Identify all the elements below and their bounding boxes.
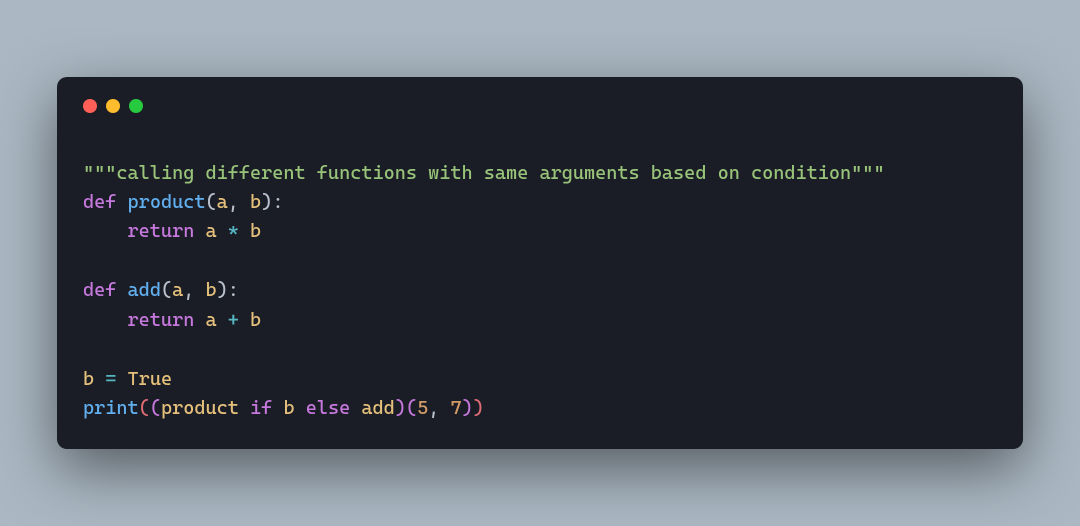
paren-open: (: [205, 191, 216, 213]
comma: ,: [183, 279, 205, 301]
space: [239, 309, 250, 331]
paren-close: ): [395, 397, 406, 419]
space: [239, 397, 250, 419]
id-product: product: [161, 397, 239, 419]
docstring-open: """: [83, 162, 116, 184]
id-b: b: [83, 368, 94, 390]
param-b: b: [250, 191, 261, 213]
space: [116, 279, 127, 301]
fn-print: print: [83, 397, 139, 419]
op-add: +: [228, 309, 239, 331]
paren-open: (: [139, 397, 150, 419]
comma: ,: [228, 191, 250, 213]
op-assign: =: [94, 368, 127, 390]
id-add: add: [361, 397, 394, 419]
lit-true: True: [128, 368, 173, 390]
colon: :: [228, 279, 239, 301]
space: [217, 220, 228, 242]
id-b: b: [250, 220, 261, 242]
colon: :: [272, 191, 283, 213]
space: [272, 397, 283, 419]
param-b: b: [206, 279, 217, 301]
id-b: b: [283, 397, 294, 419]
paren-open: (: [161, 279, 172, 301]
kw-return: return: [128, 309, 195, 331]
op-mul: *: [228, 220, 239, 242]
paren-close: ): [261, 191, 272, 213]
docstring-close: """: [851, 162, 884, 184]
paren-open: (: [406, 397, 417, 419]
kw-if: if: [250, 397, 272, 419]
id-a: a: [205, 309, 216, 331]
space: [239, 220, 250, 242]
space: [350, 397, 361, 419]
kw-return: return: [128, 220, 195, 242]
kw-def: def: [83, 191, 116, 213]
space: [295, 397, 306, 419]
space: [194, 309, 205, 331]
minimize-icon[interactable]: [106, 99, 120, 113]
docstring-text: calling different functions with same ar…: [116, 162, 851, 184]
id-a: a: [205, 220, 216, 242]
close-icon[interactable]: [83, 99, 97, 113]
fn-name-product: product: [128, 191, 206, 213]
space: [194, 220, 205, 242]
traffic-lights: [83, 99, 997, 113]
kw-def: def: [83, 279, 116, 301]
indent: [83, 220, 128, 242]
indent: [83, 309, 128, 331]
paren-close: ): [217, 279, 228, 301]
num-5: 5: [417, 397, 428, 419]
fn-name-add: add: [128, 279, 161, 301]
kw-else: else: [306, 397, 351, 419]
zoom-icon[interactable]: [129, 99, 143, 113]
space: [116, 191, 127, 213]
id-b: b: [250, 309, 261, 331]
param-a: a: [172, 279, 183, 301]
comma: ,: [428, 397, 450, 419]
code-block: """calling different functions with same…: [83, 159, 997, 424]
space: [217, 309, 228, 331]
num-7: 7: [450, 397, 461, 419]
paren-close: ): [473, 397, 484, 419]
paren-open: (: [150, 397, 161, 419]
param-a: a: [217, 191, 228, 213]
paren-close: ): [462, 397, 473, 419]
code-window: """calling different functions with same…: [57, 77, 1023, 450]
